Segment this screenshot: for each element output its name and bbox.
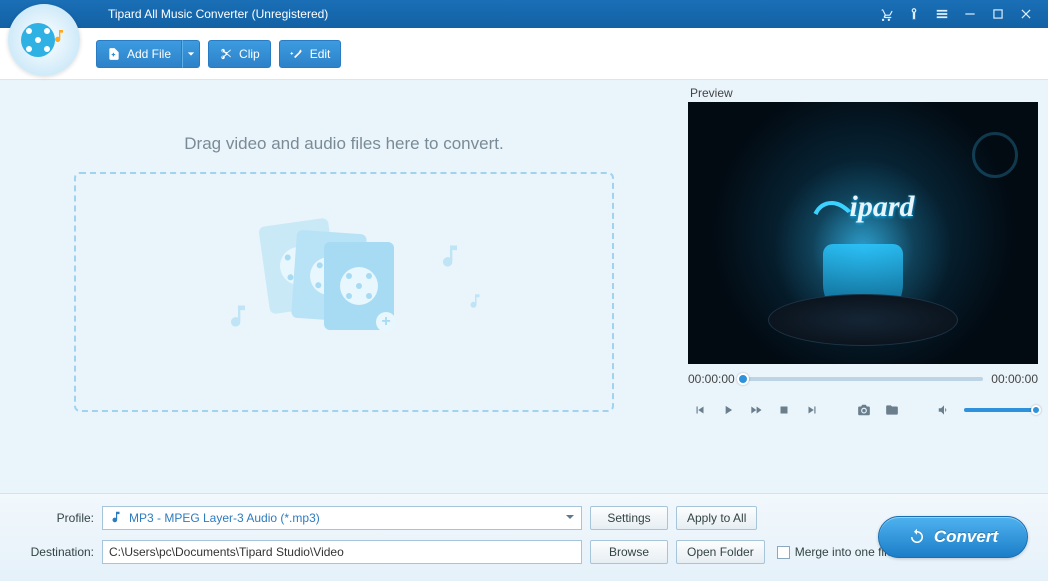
add-file-split: Add File — [96, 40, 200, 68]
cart-icon[interactable] — [876, 4, 896, 24]
chevron-down-icon — [187, 50, 195, 58]
convert-icon — [908, 528, 926, 546]
file-list-panel: Drag video and audio files here to conve… — [0, 80, 688, 493]
volume-slider[interactable] — [964, 408, 1036, 412]
preview-panel: Preview ipard 00:00:00 00:00:00 — [688, 80, 1048, 493]
drop-instruction: Drag video and audio files here to conve… — [184, 134, 503, 154]
music-note-icon — [466, 292, 484, 315]
menu-icon[interactable] — [932, 4, 952, 24]
bottom-bar: Profile: MP3 - MPEG Layer-3 Audio (*.mp3… — [0, 493, 1048, 581]
profile-label: Profile: — [16, 511, 94, 525]
snapshot-folder-button[interactable] — [880, 398, 904, 422]
profile-combo[interactable]: MP3 - MPEG Layer-3 Audio (*.mp3) — [102, 506, 582, 530]
app-logo — [8, 4, 80, 76]
add-file-dropdown[interactable] — [182, 40, 200, 68]
add-file-icon — [107, 47, 121, 61]
add-file-button[interactable]: Add File — [96, 40, 182, 68]
music-note-icon — [436, 242, 464, 275]
brand-logo: ipard — [811, 190, 914, 224]
open-folder-button[interactable]: Open Folder — [676, 540, 765, 564]
checkbox-icon — [777, 546, 790, 559]
clip-button[interactable]: Clip — [208, 40, 271, 68]
apply-all-button[interactable]: Apply to All — [676, 506, 757, 530]
snapshot-button[interactable] — [852, 398, 876, 422]
time-current: 00:00:00 — [688, 372, 735, 386]
clip-label: Clip — [239, 47, 260, 61]
toolbar: Add File Clip Edit — [0, 28, 1048, 80]
edit-label: Edit — [310, 47, 331, 61]
dropzone[interactable]: + — [74, 172, 614, 412]
destination-label: Destination: — [16, 545, 94, 559]
titlebar: Tipard All Music Converter (Unregistered… — [0, 0, 1048, 28]
maximize-icon[interactable] — [988, 4, 1008, 24]
seek-slider[interactable] — [743, 377, 984, 381]
wand-icon — [290, 47, 304, 61]
app-title: Tipard All Music Converter (Unregistered… — [108, 7, 328, 21]
volume-icon — [937, 403, 951, 417]
music-note-icon — [224, 302, 252, 335]
convert-label: Convert — [934, 527, 998, 547]
settings-button[interactable]: Settings — [590, 506, 668, 530]
next-button[interactable] — [800, 398, 824, 422]
destination-field[interactable]: C:\Users\pc\Documents\Tipard Studio\Vide… — [102, 540, 582, 564]
plus-icon: + — [376, 312, 396, 332]
time-row: 00:00:00 00:00:00 — [688, 372, 1038, 386]
brand-text: ipard — [849, 190, 914, 224]
folder-icon — [885, 403, 899, 417]
film-reel-icon — [972, 132, 1018, 178]
play-button[interactable] — [716, 398, 740, 422]
stop-button[interactable] — [772, 398, 796, 422]
skip-prev-icon — [693, 403, 707, 417]
main-area: Drag video and audio files here to conve… — [0, 80, 1048, 493]
drop-art: + — [244, 212, 444, 372]
minimize-icon[interactable] — [960, 4, 980, 24]
profile-value: MP3 - MPEG Layer-3 Audio (*.mp3) — [129, 511, 559, 525]
stop-icon — [777, 403, 791, 417]
browse-button[interactable]: Browse — [590, 540, 668, 564]
merge-label: Merge into one file — [795, 545, 894, 559]
play-icon — [721, 403, 735, 417]
scissors-icon — [219, 47, 233, 61]
volume-button[interactable] — [932, 398, 956, 422]
add-file-label: Add File — [127, 47, 171, 61]
camera-icon — [857, 403, 871, 417]
time-total: 00:00:00 — [991, 372, 1038, 386]
film-reel-icon — [21, 23, 55, 57]
playback-controls — [688, 398, 1038, 422]
preview-video[interactable]: ipard — [688, 102, 1038, 364]
mp3-icon — [109, 510, 123, 527]
fast-forward-icon — [749, 403, 763, 417]
forward-button[interactable] — [744, 398, 768, 422]
skip-next-icon — [805, 403, 819, 417]
merge-checkbox[interactable]: Merge into one file — [777, 545, 894, 559]
chevron-down-icon — [565, 511, 575, 525]
close-icon[interactable] — [1016, 4, 1036, 24]
convert-button[interactable]: Convert — [878, 516, 1028, 558]
preview-label: Preview — [690, 86, 1038, 100]
prev-button[interactable] — [688, 398, 712, 422]
edit-button[interactable]: Edit — [279, 40, 342, 68]
key-icon[interactable] — [904, 4, 924, 24]
